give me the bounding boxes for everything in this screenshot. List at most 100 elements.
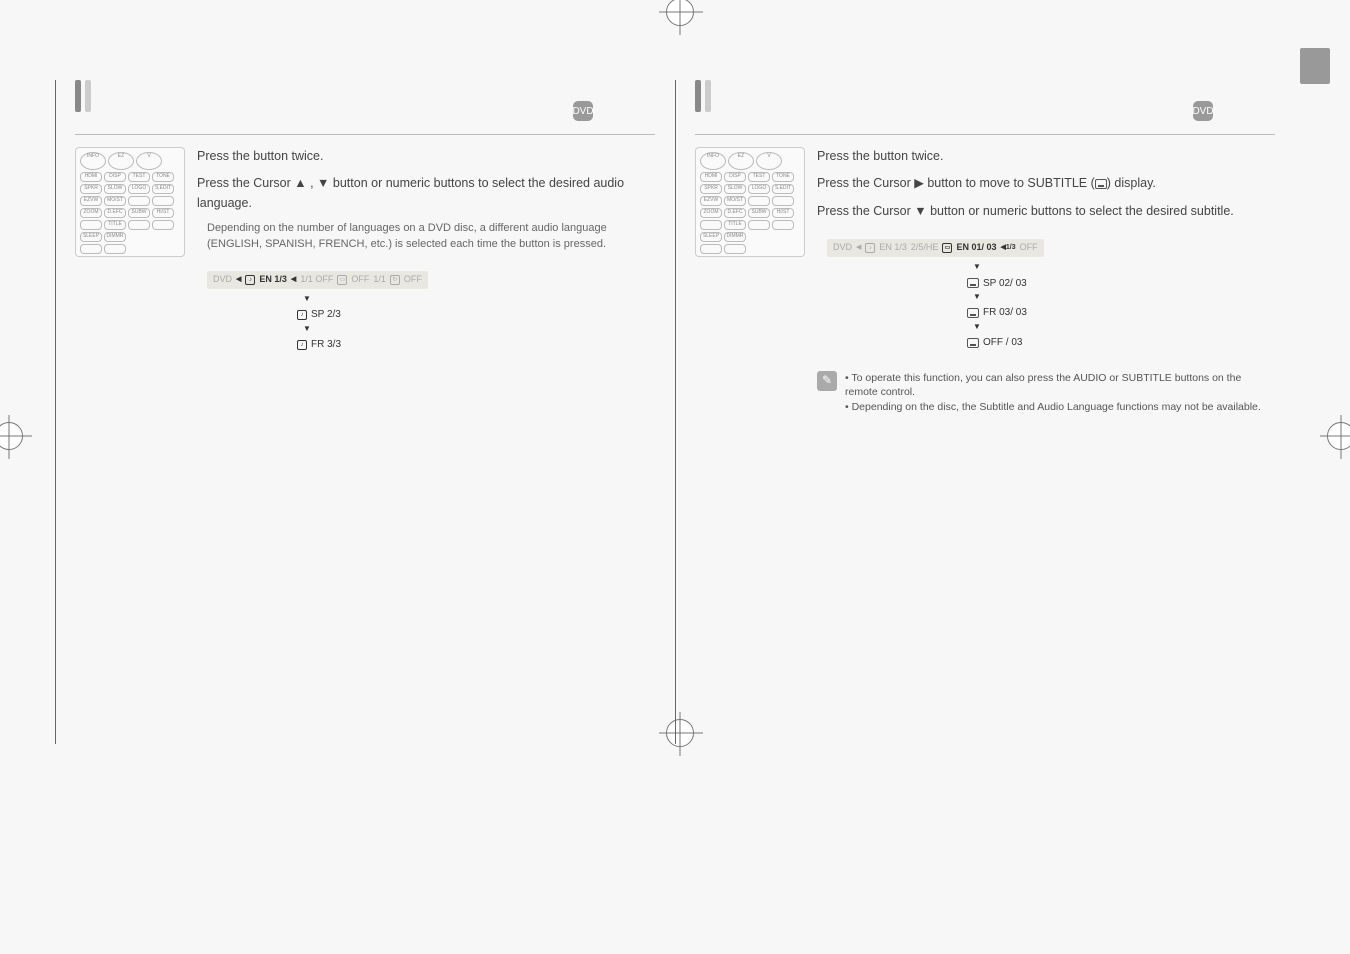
osd-active-subtitle: EN 01/ 03 <box>956 241 996 255</box>
step-note: Depending on the number of languages on … <box>207 221 655 253</box>
remote-label: TITLE <box>724 220 746 230</box>
left-page: DVD INFOEZV HDMIDISPTESTTONE SPKRSLOWLOG… <box>75 95 655 415</box>
footnote1: • To operate this function, you can also… <box>845 371 1275 400</box>
osd-angle: 1/1 <box>373 273 386 287</box>
osd-repeat: OFF <box>404 273 422 287</box>
osd-active-audio: EN 1/3 <box>259 273 287 287</box>
title-bar-right: DVD <box>695 95 1275 135</box>
accent-bar-light <box>705 80 711 112</box>
remote-label: S.EDIT <box>152 184 174 194</box>
remote-label: LOGO <box>128 184 150 194</box>
instructions: Press the button twice. Press the Cursor… <box>817 147 1275 415</box>
disc-icon: DVD <box>1193 101 1213 121</box>
remote-label <box>152 220 174 230</box>
subtitle-option-label: FR 03/ 03 <box>983 305 1027 321</box>
remote-info-button: INFO <box>700 152 726 170</box>
audio-option-label: FR 3/3 <box>311 337 341 353</box>
remote-label: HDMI <box>700 172 722 182</box>
arrow-down-icon: ▼ <box>303 323 655 335</box>
remote-label: SLEEP <box>80 232 102 242</box>
remote-label: TITLE <box>104 220 126 230</box>
osd-bar: DVD ◀ ♪ EN 1/3 2/5/HE ▭ EN 01/ 03 ◀1/3 O… <box>827 239 1044 257</box>
remote-label: SLEEP <box>700 232 722 242</box>
remote-label: S.EDIT <box>772 184 794 194</box>
remote-label <box>104 244 126 254</box>
remote-ezview-button: EZ <box>108 152 134 170</box>
remote-label: LOGO <box>748 184 770 194</box>
subtitle-glyph-icon <box>967 308 979 318</box>
remote-label: DIMMR <box>104 232 126 242</box>
remote-label <box>128 220 150 230</box>
title-bar-left: DVD <box>75 95 655 135</box>
step2: Press the Cursor ▶ button to move to SUB… <box>817 174 1275 193</box>
remote-illustration-column: INFOEZV HDMIDISPTESTTONE SPKRSLOWLOGOS.E… <box>695 147 805 415</box>
remote-label: HI/ST <box>772 208 794 218</box>
subtitle-option: SP 02/ 03 <box>967 276 1275 292</box>
step1-prefix: Press the <box>817 149 870 163</box>
osd-selector-arrow: ◀ <box>291 275 296 286</box>
remote-label: EZVW <box>700 196 722 206</box>
remote-illustration-column: INFOEZV HDMIDISPTESTTONE SPKRSLOWLOGOS.E… <box>75 147 185 353</box>
accent-bar <box>75 80 81 112</box>
step1-suffix: button twice. <box>873 149 943 163</box>
remote-label <box>772 196 794 206</box>
subtitle-option: FR 03/ 03 <box>967 305 1275 321</box>
title-accent <box>75 80 91 112</box>
remote-label: TONE <box>152 172 174 182</box>
step2-prefix: Press the Cursor ▶ button to move to SUB… <box>817 176 1095 190</box>
remote-label: HI/ST <box>152 208 174 218</box>
remote-label: DISP <box>104 172 126 182</box>
step1-suffix: button twice. <box>253 149 323 163</box>
osd-subtitle-label: OFF <box>351 273 369 287</box>
remote-label: D.EFC <box>724 208 746 218</box>
remote-illustration: INFOEZV HDMIDISPTESTTONE SPKRSLOWLOGOS.E… <box>695 147 805 257</box>
remote-label: HDMI <box>80 172 102 182</box>
remote-label: TEST <box>748 172 770 182</box>
step2-suffix: ) display. <box>1107 176 1156 190</box>
remote-info-button: INFO <box>80 152 106 170</box>
remote-label: ZOOM <box>700 208 722 218</box>
remote-label <box>128 196 150 206</box>
subtitle-icon: ▭ <box>337 275 347 285</box>
subtitle-option-label: SP 02/ 03 <box>983 276 1027 292</box>
remote-label: SLOW <box>104 184 126 194</box>
subtitle-icon: ▭ <box>942 243 952 253</box>
right-page: DVD INFOEZV HDMIDISPTESTTONE SPKRSLOWLOG… <box>695 95 1275 415</box>
osd-middle: 1/1 OFF <box>300 273 333 287</box>
osd-middle: 2/5/HE <box>911 241 939 255</box>
arrow-down-icon: ▼ <box>973 291 1275 303</box>
remote-ezview-button: EZ <box>728 152 754 170</box>
subtitle-options: ▼ SP 02/ 03 ▼ FR 03/ 03 ▼ OFF / 03 <box>967 261 1275 351</box>
repeat-icon: ↻ <box>390 275 400 285</box>
crop-mark-right <box>1327 422 1350 450</box>
remote-label: D.EFC <box>104 208 126 218</box>
osd-audio: EN 1/3 <box>879 241 907 255</box>
accent-bar <box>695 80 701 112</box>
remote-label <box>772 220 794 230</box>
remote-label <box>700 220 722 230</box>
osd-prefix: DVD <box>833 241 852 255</box>
remote-label <box>80 220 102 230</box>
remote-label: DIMMR <box>724 232 746 242</box>
remote-label <box>748 196 770 206</box>
crop-mark-left <box>0 422 23 450</box>
step1-prefix: Press the <box>197 149 250 163</box>
remote-label: MO/ST <box>724 196 746 206</box>
arrow-down-icon: ▼ <box>973 261 1275 273</box>
osd-prefix: DVD <box>213 273 232 287</box>
audio-icon: ♪ <box>865 243 875 253</box>
note-text: • To operate this function, you can also… <box>845 371 1275 415</box>
osd-arrow-left: ◀ <box>236 275 241 286</box>
audio-options: ▼ ♪ SP 2/3 ▼ ♪ FR 3/3 <box>297 293 655 353</box>
instructions: Press the button twice. Press the Cursor… <box>197 147 655 353</box>
subtitle-glyph-icon <box>1095 179 1107 189</box>
remote-label: DISP <box>724 172 746 182</box>
audio-icon: ♪ <box>297 340 307 350</box>
remote-label: EZVW <box>80 196 102 206</box>
remote-label <box>724 244 746 254</box>
content-row: INFOEZV HDMIDISPTESTTONE SPKRSLOWLOGOS.E… <box>75 147 655 353</box>
remote-label <box>748 220 770 230</box>
remote-illustration: INFOEZV HDMIDISPTESTTONE SPKRSLOWLOGOS.E… <box>75 147 185 257</box>
audio-option: ♪ SP 2/3 <box>297 307 655 323</box>
remote-v-button: V <box>756 152 782 170</box>
